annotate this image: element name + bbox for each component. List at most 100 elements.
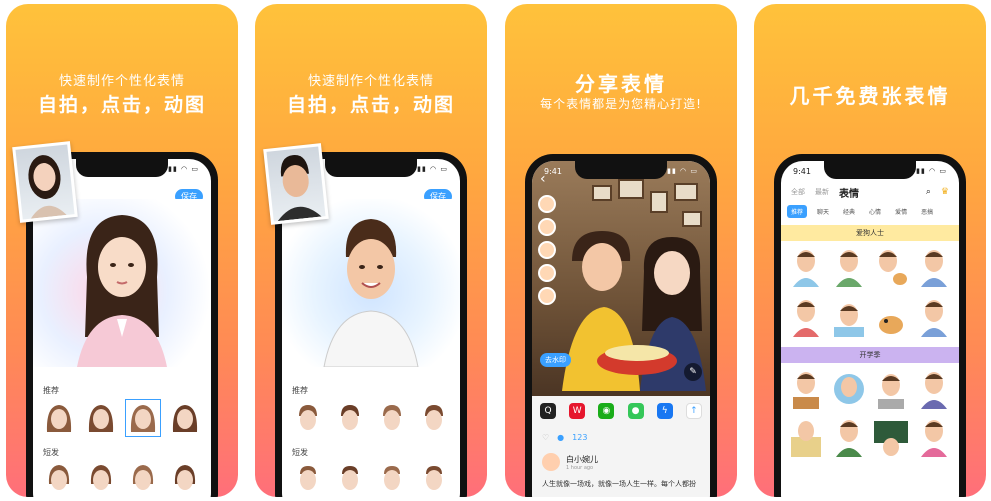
hairstyle-row-1 [41, 399, 203, 437]
top-nav: 全部 最新 表情 ⌕ ♛ [781, 181, 959, 203]
hairstyle-option[interactable] [332, 459, 368, 497]
tab-stickers[interactable]: 表情 [839, 185, 859, 200]
sticker[interactable] [872, 367, 911, 409]
headline-big: 自拍，点击，动图 [286, 94, 455, 116]
sticker[interactable] [915, 295, 954, 337]
phone-screen: 9:41 ▮▮ ◠ ▭ 全部 最新 表情 ⌕ ♛ 推荐 聊天 经典 心情 爱情 … [781, 161, 959, 497]
sticker-grid-4 [787, 415, 953, 457]
signal-icon: ▮▮ ◠ ▭ [417, 165, 448, 173]
hairstyle-option-selected[interactable] [125, 399, 161, 437]
headline-big: 自拍，点击，动图 [37, 94, 206, 116]
status-bar: 9:41 ▮▮ ◠ ▭ [532, 161, 710, 181]
weibo-icon[interactable]: W [569, 403, 586, 419]
wechat-icon[interactable]: ◉ [598, 403, 615, 419]
hairstyle-option[interactable] [416, 459, 452, 497]
hairstyle-option[interactable] [125, 459, 161, 497]
screenshot-card-4: 几千免费张表情 9:41 ▮▮ ◠ ▭ 全部 最新 表情 ⌕ ♛ 推荐 聊天 经… [754, 4, 986, 497]
sticker[interactable] [872, 295, 911, 337]
hairstyle-option[interactable] [332, 399, 368, 437]
hairstyle-option[interactable] [167, 399, 203, 437]
category-love[interactable]: 爱情 [891, 205, 911, 218]
sticker[interactable] [787, 245, 826, 287]
phone-notch [325, 159, 417, 177]
phone-screen: 9:41 ▮▮ ◠ ▭ ‹ 去水印 ✎ Q W ◉ ● ϟ ↑ ♡ ● 123 … [532, 161, 710, 497]
sticker[interactable] [830, 245, 869, 287]
hairstyle-option[interactable] [374, 459, 410, 497]
selfie-photo [12, 141, 78, 223]
sticker[interactable] [915, 245, 954, 287]
status-time: 9:41 [544, 166, 562, 176]
hairstyle-option[interactable] [41, 399, 77, 437]
signal-icon: ▮▮ ◠ ▭ [916, 167, 947, 175]
headline-big: 分享表情 [575, 72, 667, 96]
screenshot-card-3: 分享表情 每个表情都是为您精心打造! 9:41 ▮▮ ◠ ▭ ‹ 去水印 ✎ Q… [505, 4, 737, 497]
signal-icon: ▮▮ ◠ ▭ [667, 167, 698, 175]
headline-big: 几千免费张表情 [789, 84, 951, 108]
hairstyle-option[interactable] [290, 399, 326, 437]
avatar-preview [282, 199, 460, 367]
avatar[interactable] [538, 241, 556, 259]
hairstyle-option[interactable] [83, 399, 119, 437]
post-author: 白小婉儿 1 hour ago [542, 453, 598, 471]
user-name: 白小婉儿 [566, 454, 598, 464]
post-time: 1 hour ago [566, 464, 594, 471]
section-label-short-hair: 短发 [292, 448, 308, 457]
phone-mockup: 9:41 ▮▮ ◠ ▭ ‹ 去水印 ✎ Q W ◉ ● ϟ ↑ ♡ ● 123 … [525, 154, 717, 497]
hairstyle-row-2 [290, 459, 452, 497]
hairstyle-option[interactable] [41, 459, 77, 497]
edit-icon[interactable]: ✎ [684, 363, 702, 381]
sticker[interactable] [872, 245, 911, 287]
post-body: 人生就像一场戏，就像一场人生一样。每个人都扮 [542, 480, 696, 488]
hairstyle-option[interactable] [167, 459, 203, 497]
sticker-grid-3 [787, 367, 953, 409]
category-mood[interactable]: 心情 [865, 205, 885, 218]
comment-icon[interactable]: ● [557, 433, 564, 442]
hairstyle-option[interactable] [416, 399, 452, 437]
sticker[interactable] [787, 415, 826, 457]
sticker[interactable] [830, 415, 869, 457]
message-icon[interactable]: ● [627, 403, 644, 419]
sticker[interactable] [830, 367, 869, 409]
category-bar: 推荐 聊天 经典 心情 爱情 恶搞 [787, 205, 953, 218]
headline-small: 快速制作个性化表情 [58, 74, 185, 89]
female-avatar-illustration [77, 215, 167, 367]
category-prank[interactable]: 恶搞 [917, 205, 937, 218]
headline-small: 快速制作个性化表情 [307, 74, 434, 89]
avatar[interactable] [542, 453, 560, 471]
sticker[interactable] [915, 367, 954, 409]
avatar[interactable] [538, 264, 556, 282]
category-classic[interactable]: 经典 [839, 205, 859, 218]
category-recommend[interactable]: 推荐 [787, 205, 808, 218]
sticker[interactable] [915, 415, 954, 457]
tab-all[interactable]: 全部 [791, 187, 805, 197]
sticker[interactable] [787, 295, 826, 337]
messenger-icon[interactable]: ϟ [656, 403, 673, 419]
sticker-grid-1 [787, 245, 953, 287]
qq-icon[interactable]: Q [540, 403, 556, 419]
sticker[interactable] [872, 415, 911, 457]
category-chat[interactable]: 聊天 [813, 205, 833, 218]
collection-banner-dog-lovers[interactable]: 爱狗人士 [781, 225, 959, 241]
avatar[interactable] [538, 218, 556, 236]
hairstyle-option[interactable] [290, 459, 326, 497]
collection-banner-back-to-school[interactable]: 开学季 [781, 347, 959, 363]
hairstyle-row-2 [41, 459, 203, 497]
avatar[interactable] [538, 195, 556, 213]
sticker[interactable] [830, 295, 869, 337]
male-avatar-illustration [323, 219, 419, 367]
phone-notch [824, 161, 916, 179]
tab-newest[interactable]: 最新 [815, 187, 829, 197]
crown-icon[interactable]: ♛ [941, 187, 949, 197]
section-label-recommend: 推荐 [43, 386, 59, 395]
hairstyle-row-1 [290, 399, 452, 437]
sticker[interactable] [787, 367, 826, 409]
selfie-portrait-woman [15, 144, 75, 220]
remove-watermark-button[interactable]: 去水印 [540, 353, 571, 367]
search-icon[interactable]: ⌕ [926, 187, 931, 197]
share-icon[interactable]: ↑ [685, 403, 702, 419]
like-icon[interactable]: ♡ [542, 433, 549, 442]
hairstyle-option[interactable] [374, 399, 410, 437]
avatar[interactable] [538, 287, 556, 305]
hairstyle-option[interactable] [83, 459, 119, 497]
phone-notch [76, 159, 168, 177]
